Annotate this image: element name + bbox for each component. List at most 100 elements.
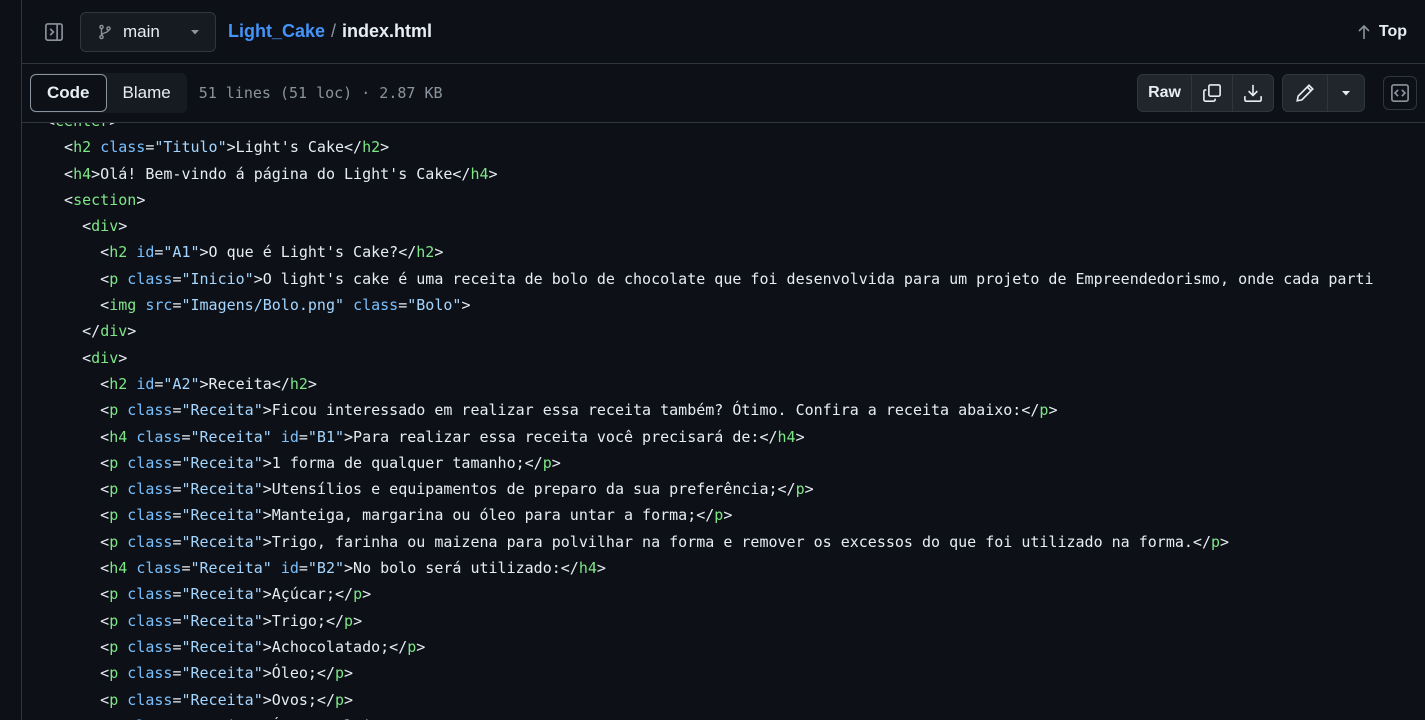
code-line: <p class="Inicio">O light's cake é uma r… bbox=[22, 266, 1373, 292]
code-token: "Receita" bbox=[181, 664, 263, 683]
code-token: class bbox=[127, 611, 173, 630]
code-token: < bbox=[46, 480, 110, 499]
code-token: "A2" bbox=[163, 374, 200, 393]
code-token: = bbox=[298, 427, 308, 446]
code-token: "A1" bbox=[163, 243, 200, 262]
code-token: > bbox=[307, 374, 317, 393]
pencil-icon[interactable] bbox=[1283, 75, 1327, 111]
branch-selector[interactable]: main bbox=[80, 11, 216, 52]
code-line: <h2 id="A1">O que é Light's Cake?</h2> bbox=[22, 239, 1374, 265]
code-token: < bbox=[46, 532, 110, 551]
code-token: >Para realizar essa receita você precisa… bbox=[344, 427, 778, 446]
code-line: <center> bbox=[22, 123, 1374, 134]
code-token: < bbox=[46, 243, 110, 262]
code-token: < bbox=[46, 401, 110, 420]
code-token: section bbox=[73, 190, 137, 209]
code-token: < bbox=[46, 585, 110, 604]
download-icon[interactable] bbox=[1232, 75, 1273, 111]
code-lines: <center> <h2 class="Titulo">Light's Cake… bbox=[22, 123, 1374, 720]
code-token: > bbox=[461, 296, 471, 315]
code-line: <p class="Receita">Trigo, farinha ou mai… bbox=[22, 529, 1374, 555]
top-button[interactable]: Top bbox=[1357, 23, 1407, 41]
code-token: p bbox=[109, 690, 119, 709]
repo-link[interactable]: Light_Cake bbox=[228, 21, 325, 42]
breadcrumb: Light_Cake / index.html bbox=[228, 21, 432, 42]
code-token: < bbox=[46, 427, 110, 446]
code-token: >Ficou interessado em realizar essa rece… bbox=[262, 401, 1040, 420]
code-token: >O que é Light's Cake?</ bbox=[199, 243, 417, 262]
raw-button-group: Raw bbox=[1137, 74, 1274, 112]
more-edit-options-icon[interactable] bbox=[1327, 75, 1364, 111]
code-token: = bbox=[181, 559, 191, 578]
code-token: >Utensílios e equipamentos de preparo da… bbox=[262, 480, 796, 499]
code-token: "B1" bbox=[307, 427, 345, 446]
code-token: "Receita" bbox=[190, 427, 272, 446]
code-token: class bbox=[353, 296, 399, 315]
code-token: class bbox=[127, 532, 173, 551]
code-token: div bbox=[91, 217, 119, 236]
code-token: > bbox=[127, 322, 137, 341]
code-token: > bbox=[1220, 532, 1230, 551]
code-content[interactable]: <center> <h2 class="Titulo">Light's Cake… bbox=[22, 123, 1425, 720]
code-token: div bbox=[100, 322, 128, 341]
code-token: > bbox=[416, 637, 426, 656]
code-line: <div> bbox=[22, 213, 1374, 239]
code-token: p bbox=[109, 532, 119, 551]
code-line: </div> bbox=[22, 318, 1374, 344]
code-token: "Imagens/Bolo.png" bbox=[181, 296, 345, 315]
view-tabs: Code Blame bbox=[30, 73, 187, 113]
code-line: <h4>Olá! Bem-vindo á página do Light's C… bbox=[22, 161, 1374, 187]
copy-icon[interactable] bbox=[1191, 75, 1232, 111]
raw-button[interactable]: Raw bbox=[1138, 75, 1191, 111]
code-token: > bbox=[551, 453, 561, 472]
code-token: >Trigo, farinha ou maizena para polvilha… bbox=[262, 532, 1211, 551]
code-token: "Receita" bbox=[190, 559, 272, 578]
code-token: p bbox=[353, 585, 363, 604]
code-line: <div> bbox=[22, 345, 1374, 371]
code-token: center bbox=[55, 123, 109, 130]
code-token: class bbox=[100, 138, 146, 157]
left-rail bbox=[0, 0, 22, 720]
code-token: p bbox=[109, 664, 119, 683]
sidebar-expand-icon[interactable] bbox=[38, 16, 70, 48]
tab-code[interactable]: Code bbox=[30, 74, 107, 112]
code-token: "Receita" bbox=[181, 690, 263, 709]
code-token: class bbox=[127, 480, 173, 499]
file-name: index.html bbox=[342, 21, 433, 41]
code-token: < bbox=[46, 164, 74, 183]
edit-button-group bbox=[1282, 74, 1365, 112]
tab-blame[interactable]: Blame bbox=[107, 74, 187, 112]
code-token: p bbox=[335, 690, 345, 709]
code-line: <p class="Receita">Achocolatado;</p> bbox=[22, 634, 1374, 660]
code-token: </ bbox=[46, 322, 101, 341]
code-square-icon[interactable] bbox=[1383, 76, 1417, 110]
code-token: class bbox=[127, 401, 173, 420]
code-token: < bbox=[46, 506, 110, 525]
code-token: > bbox=[118, 348, 128, 367]
git-branch-icon bbox=[97, 23, 113, 41]
code-token: p bbox=[109, 269, 119, 288]
top-label: Top bbox=[1378, 22, 1407, 40]
code-token: >Ovos;</ bbox=[262, 690, 335, 709]
code-token: "Titulo" bbox=[154, 138, 227, 157]
code-token: p bbox=[109, 611, 119, 630]
code-line: <p class="Receita">Manteiga, margarina o… bbox=[22, 502, 1374, 528]
code-token: >No bolo será utilizado:</ bbox=[344, 559, 579, 578]
code-token: >Manteiga, margarina ou óleo para untar … bbox=[262, 506, 715, 525]
code-token: >Açúcar;</ bbox=[262, 585, 354, 604]
code-token: "Bolo" bbox=[407, 296, 462, 315]
